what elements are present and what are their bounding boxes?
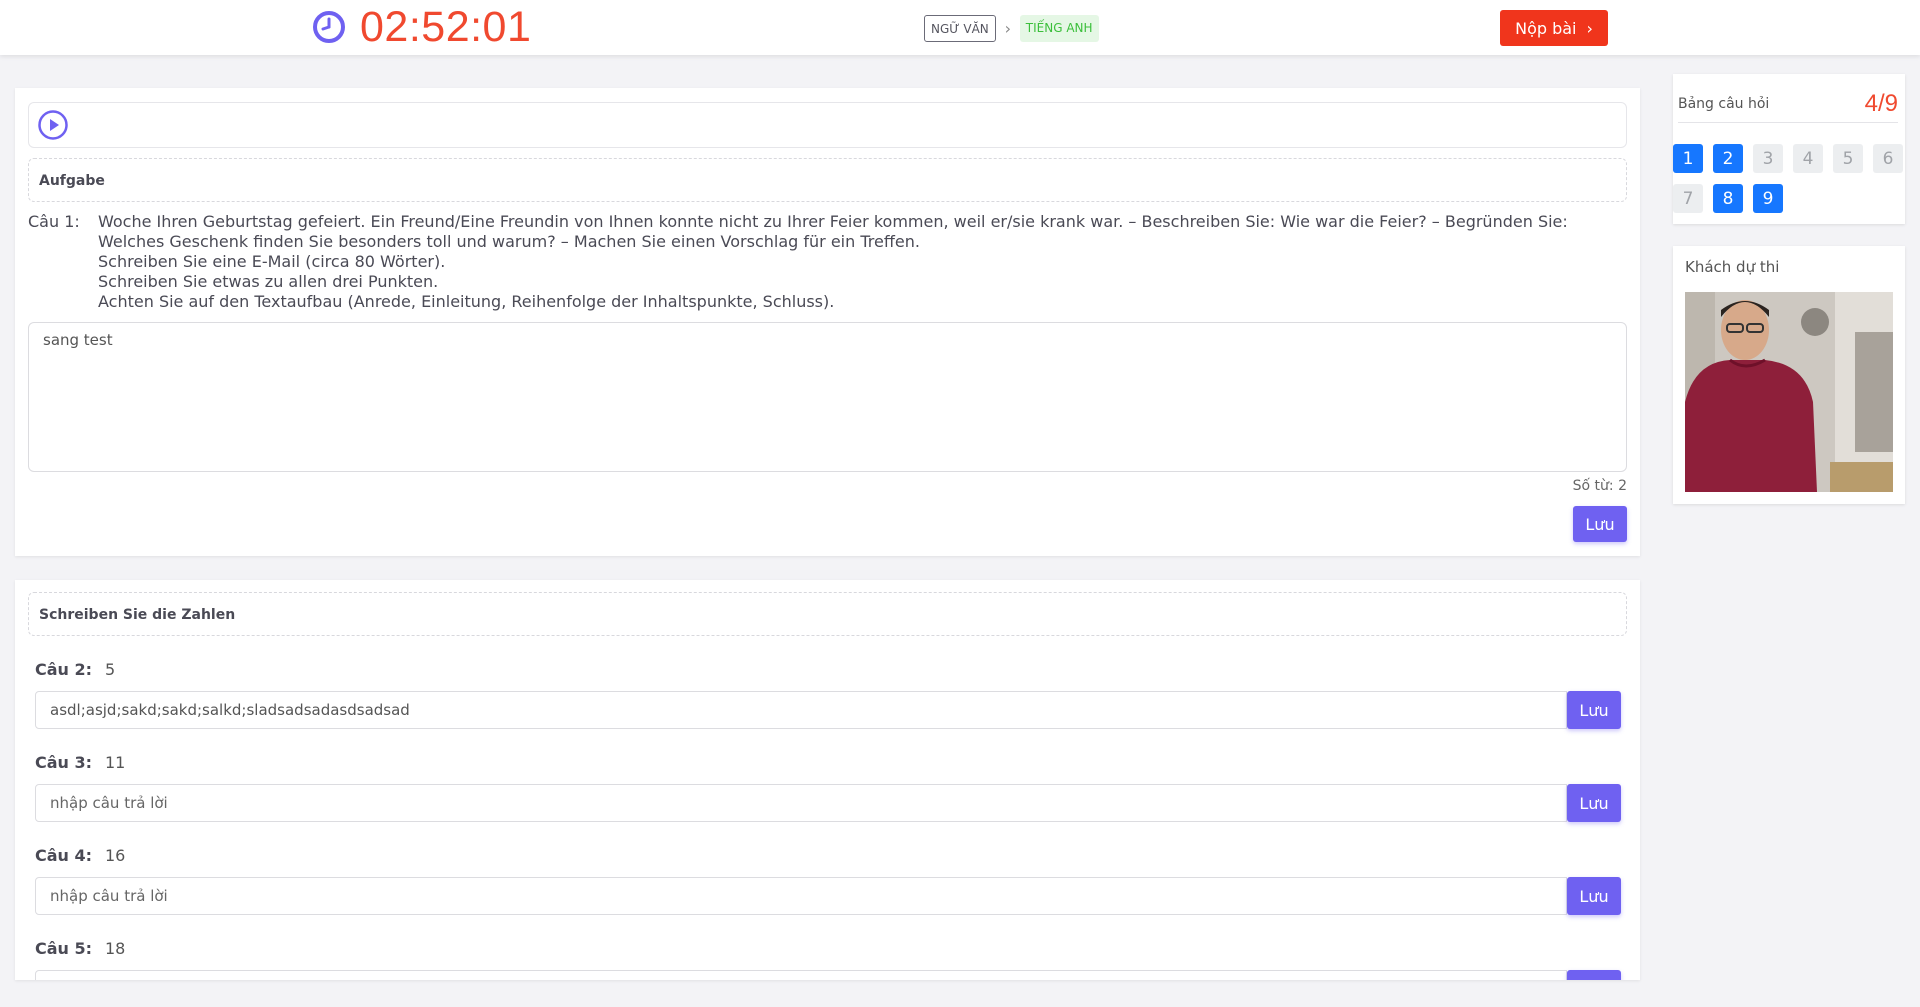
breadcrumb-subject[interactable]: NGỮ VĂN bbox=[924, 15, 996, 42]
question-line: Schreiben Sie etwas zu allen drei Punkte… bbox=[98, 272, 439, 291]
webcam-feed bbox=[1685, 292, 1893, 492]
question-card-numbers: Schreiben Sie die Zahlen Câu 2: 5 Lưu Câu… bbox=[15, 580, 1640, 980]
question-value: 16 bbox=[105, 846, 126, 865]
countdown-timer: 02:52:01 bbox=[312, 3, 532, 51]
question-line: Achten Sie auf den Textaufbau (Anrede, E… bbox=[98, 292, 835, 311]
answered-count: 4/9 bbox=[1864, 90, 1898, 117]
section-title: Schreiben Sie die Zahlen bbox=[28, 592, 1627, 636]
question-value: 18 bbox=[105, 939, 126, 958]
chevron-right-icon: › bbox=[1586, 18, 1593, 38]
question-number-button[interactable]: 1 bbox=[1673, 144, 1703, 173]
question-line: Welches Geschenk finden Sie besonders to… bbox=[98, 232, 920, 251]
question-number-button[interactable]: 2 bbox=[1713, 144, 1743, 173]
question-number-button[interactable]: 5 bbox=[1833, 144, 1863, 173]
submit-label: Nộp bài bbox=[1515, 18, 1577, 38]
question-number-button[interactable]: 3 bbox=[1753, 144, 1783, 173]
save-button[interactable]: Lưu bbox=[1573, 506, 1627, 542]
clock-icon bbox=[313, 11, 345, 43]
submit-exam-button[interactable]: Nộp bài › bbox=[1500, 10, 1608, 46]
question-value: 11 bbox=[105, 753, 126, 772]
answer-input[interactable] bbox=[35, 877, 1567, 915]
question-5: Câu 5: 18 Lưu bbox=[35, 939, 1621, 980]
question-line: Schreiben Sie eine E-Mail (circa 80 Wört… bbox=[98, 252, 446, 271]
question-label: Câu 1: bbox=[28, 212, 80, 231]
audio-player bbox=[28, 102, 1627, 148]
save-button[interactable]: Lưu bbox=[1567, 784, 1621, 822]
answer-input[interactable] bbox=[35, 970, 1567, 980]
question-label: Câu 2: bbox=[35, 660, 93, 679]
question-label: Câu 3: bbox=[35, 753, 93, 772]
section-title: Aufgabe bbox=[28, 158, 1627, 202]
question-panel-header: Bảng câu hỏi 4/9 bbox=[1678, 86, 1898, 123]
question-3: Câu 3: 11 Lưu bbox=[35, 753, 1621, 822]
breadcrumb-current[interactable]: TIẾNG ANH bbox=[1019, 15, 1099, 42]
question-number-button[interactable]: 8 bbox=[1713, 184, 1743, 213]
question-panel-title: Bảng câu hỏi bbox=[1678, 96, 1770, 112]
question-2: Câu 2: 5 Lưu bbox=[35, 660, 1621, 729]
save-button[interactable]: Lưu bbox=[1567, 877, 1621, 915]
chevron-right-icon: › bbox=[1004, 19, 1011, 38]
question-4: Câu 4: 16 Lưu bbox=[35, 846, 1621, 915]
question-number-button[interactable]: 6 bbox=[1873, 144, 1903, 173]
question-line: Woche Ihren Geburtstag gefeiert. Ein Fre… bbox=[98, 212, 1568, 231]
question-number-button[interactable]: 7 bbox=[1673, 184, 1703, 213]
camera-title: Khách dự thi bbox=[1685, 258, 1780, 276]
question-1: Câu 1: Woche Ihren Geburtstag gefeiert. … bbox=[28, 212, 1598, 312]
answer-input[interactable] bbox=[35, 784, 1567, 822]
answer-input[interactable] bbox=[35, 691, 1567, 729]
question-text: Woche Ihren Geburtstag gefeiert. Ein Fre… bbox=[98, 212, 1598, 312]
word-count: Số từ: 2 bbox=[1572, 478, 1627, 494]
question-label: Câu 5: bbox=[35, 939, 93, 958]
webcam-image bbox=[1685, 292, 1893, 492]
top-bar: 02:52:01 NGỮ VĂN › TIẾNG ANH Nộp bài › bbox=[0, 0, 1920, 55]
breadcrumb: NGỮ VĂN › TIẾNG ANH bbox=[924, 14, 1099, 43]
question-label: Câu 4: bbox=[35, 846, 93, 865]
question-number-button[interactable]: 4 bbox=[1793, 144, 1823, 173]
timer-value: 02:52:01 bbox=[360, 3, 532, 51]
question-card-essay: Aufgabe Câu 1: Woche Ihren Geburtstag ge… bbox=[15, 88, 1640, 556]
save-button[interactable]: Lưu bbox=[1567, 691, 1621, 729]
essay-answer-field[interactable]: sang test bbox=[28, 322, 1627, 472]
question-number-button[interactable]: 9 bbox=[1753, 184, 1783, 213]
question-value: 5 bbox=[105, 660, 116, 679]
save-button[interactable]: Lưu bbox=[1567, 970, 1621, 980]
camera-panel: Khách dự thi bbox=[1673, 246, 1905, 504]
question-panel: Bảng câu hỏi 4/9 1 2 3 4 5 6 7 8 9 bbox=[1673, 74, 1905, 224]
play-icon[interactable] bbox=[37, 109, 69, 141]
